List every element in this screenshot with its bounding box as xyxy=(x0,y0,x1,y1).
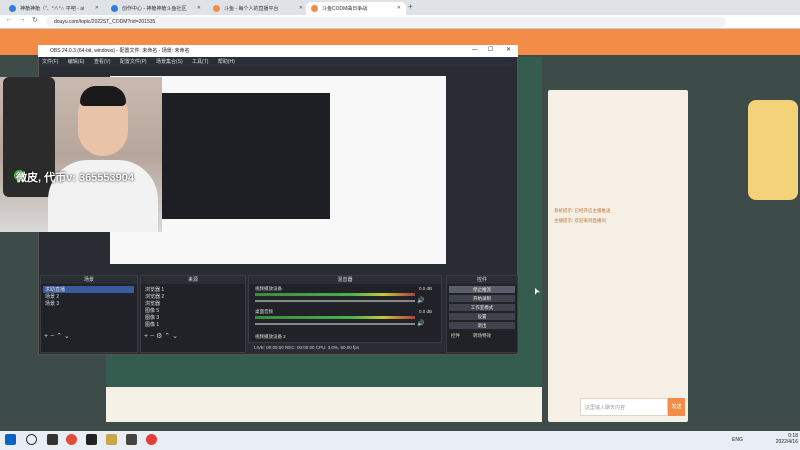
streamer-hair xyxy=(80,86,126,106)
close-icon[interactable]: ✕ xyxy=(299,5,303,11)
mixer-dock: 混音器 视频播放设备 0.0 dB 🔊 桌面音频 0.0 dB 🔊 视频播放设备… xyxy=(248,275,442,343)
source-item[interactable]: 浏览器 xyxy=(143,300,242,307)
source-item[interactable]: 图像 1 xyxy=(143,321,242,328)
tab-favicon-icon xyxy=(111,5,118,12)
send-button[interactable]: 发送 xyxy=(668,398,685,416)
volume-slider[interactable] xyxy=(255,300,415,302)
dock-title: 控件 xyxy=(447,276,517,284)
taskbar xyxy=(0,431,800,450)
reload-icon[interactable]: ↻ xyxy=(30,16,40,28)
scene-item[interactable]: 求助直播 xyxy=(43,286,135,293)
browser-tab-active[interactable]: 斗鱼CODM曲日争战 ✕ xyxy=(306,2,406,15)
stop-streaming-button[interactable]: 停止推流 xyxy=(449,286,515,293)
speaker-icon[interactable]: 🔊 xyxy=(417,297,424,304)
studio-mode-button[interactable]: 工作室模式 xyxy=(449,304,515,311)
tab-favicon-icon xyxy=(311,5,318,12)
volume-slider[interactable] xyxy=(255,323,415,325)
menu-scene-collection[interactable]: 场景集合(S) xyxy=(156,59,183,65)
url-input[interactable]: douyu.com/topic/2022ST_CODM?rid=201535 xyxy=(46,17,726,27)
minimize-icon[interactable]: — xyxy=(472,47,478,53)
chat-panel: 系统提示: 已经开启主播推送 主播提示: 欢迎来到直播间 xyxy=(548,90,688,422)
obs-icon[interactable] xyxy=(126,434,137,445)
mixer-db: 0.0 dB xyxy=(419,309,433,314)
tab-favicon-icon xyxy=(9,5,16,12)
scenes-dock: 场景 求助直播 场景 2 场景 3 + − ⌃ ⌄ xyxy=(40,275,138,353)
mixer-label: 桌面音频 xyxy=(255,309,273,314)
maximize-icon[interactable]: ☐ xyxy=(488,46,493,53)
forward-icon[interactable]: → xyxy=(17,16,27,28)
search-icon[interactable] xyxy=(26,434,37,445)
close-icon[interactable]: ✕ xyxy=(95,5,99,11)
add-scene-icon[interactable]: + − ⌃ ⌄ xyxy=(44,332,70,340)
volume-meter xyxy=(255,293,415,296)
menu-tools[interactable]: 工具(T) xyxy=(192,59,208,65)
gift-bar xyxy=(106,387,542,422)
add-source-icon[interactable]: + − ⚙ ⌃ ⌄ xyxy=(144,332,178,340)
tab-favicon-icon xyxy=(213,5,220,12)
start-recording-button[interactable]: 开始录制 xyxy=(449,295,515,302)
volume-meter xyxy=(255,316,415,319)
menu-view[interactable]: 查看(V) xyxy=(94,59,111,65)
windows-start-icon[interactable] xyxy=(5,434,16,445)
menu-edit[interactable]: 编辑(E) xyxy=(68,59,85,65)
task-view-icon[interactable] xyxy=(47,434,58,445)
close-icon[interactable]: ✕ xyxy=(197,5,201,11)
chat-line: 系统提示: 已经开启主播推送 xyxy=(554,208,611,213)
language-indicator[interactable]: ENG xyxy=(732,437,746,445)
obs-status-bar: LIVE: 00:00:00 REC: 00:00:00 CPU: 3.0%, … xyxy=(254,345,360,350)
menu-file[interactable]: 文件(F) xyxy=(42,59,58,65)
source-item[interactable]: 图像 3 xyxy=(143,314,242,321)
menu-help[interactable]: 帮助(H) xyxy=(218,59,235,65)
chat-input[interactable]: 这里输入聊天内容 xyxy=(580,398,668,416)
tab-transitions[interactable]: 转场特效 xyxy=(473,333,491,339)
webcam-overlay-text: 微皮, 代币v: 365553904 xyxy=(16,172,135,184)
system-clock[interactable]: 0:18 2022/4/16 xyxy=(748,433,798,449)
obs-title: OBS 24.0.3 (64-bit, windows) - 配置文件: 未命名… xyxy=(38,45,518,57)
nested-preview xyxy=(160,93,330,219)
browser-tab[interactable]: 神槍神槍（"、°∧°∩ 平吧 - ai ✕ xyxy=(4,2,104,15)
close-icon[interactable]: ✕ xyxy=(506,46,511,53)
dock-title: 混音器 xyxy=(249,276,441,284)
back-icon[interactable]: ← xyxy=(4,16,14,28)
menu-profile[interactable]: 配置文件(P) xyxy=(120,59,147,65)
dock-title: 来源 xyxy=(141,276,245,284)
app-icon[interactable] xyxy=(86,434,97,445)
folder-icon[interactable] xyxy=(106,434,117,445)
exit-button[interactable]: 退出 xyxy=(449,322,515,329)
chat-line: 主播提示: 欢迎来到直播间 xyxy=(554,218,606,223)
new-tab-icon[interactable]: + xyxy=(408,2,413,11)
scene-item[interactable]: 场景 3 xyxy=(43,300,134,307)
scene-item[interactable]: 场景 2 xyxy=(43,293,134,300)
clock-date: 2022/4/16 xyxy=(775,439,798,445)
source-item[interactable]: 浏览器 2 xyxy=(143,293,242,300)
dock-title: 场景 xyxy=(41,276,137,284)
browser-tab[interactable]: 斗鱼 - 每个人的直播平台 ✕ xyxy=(208,2,308,15)
obs-menu-bar: 文件(F) 编辑(E) 查看(V) 配置文件(P) 场景集合(S) 工具(T) … xyxy=(39,57,517,66)
sources-dock: 来源 浏览器 1 浏览器 2 浏览器 图像 5 图像 3 图像 1 + − ⚙ … xyxy=(140,275,246,353)
source-item[interactable]: 浏览器 1 xyxy=(143,286,242,293)
browser-tab[interactable]: 创作中心 - 神槍神槍斗鱼社区 ✕ xyxy=(106,2,206,15)
controls-dock: 控件 停止推流 开始录制 工作室模式 设置 退出 控件 转场特效 xyxy=(446,275,518,353)
settings-button[interactable]: 设置 xyxy=(449,313,515,320)
mixer-db: 0.0 dB xyxy=(419,286,433,291)
close-icon[interactable]: ✕ xyxy=(397,5,401,11)
tab-controls[interactable]: 控件 xyxy=(451,333,460,339)
douyu-icon[interactable] xyxy=(146,434,157,445)
speaker-icon[interactable]: 🔊 xyxy=(417,320,424,327)
mixer-label: 视频播放设备 2 xyxy=(255,334,286,339)
chrome-icon[interactable] xyxy=(66,434,77,445)
mixer-label: 视频播放设备 xyxy=(255,286,282,291)
promo-banner[interactable] xyxy=(748,100,798,200)
source-item[interactable]: 图像 5 xyxy=(143,307,242,314)
